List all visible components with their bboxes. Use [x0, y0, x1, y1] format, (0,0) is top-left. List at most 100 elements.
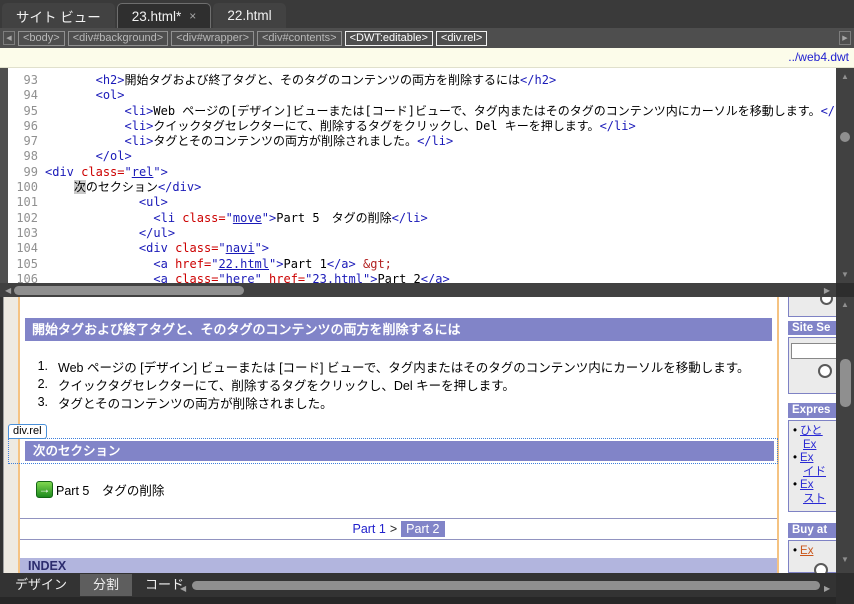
code-token: rel [131, 164, 154, 179]
code-line[interactable]: 98 </ol> [8, 149, 836, 164]
code-token: > [445, 134, 454, 149]
view-tab-active[interactable]: 分割 [80, 574, 133, 596]
scroll-down-icon[interactable]: ▼ [836, 555, 854, 564]
code-token: " [254, 241, 262, 256]
line-number: 94 [23, 88, 38, 103]
code-line[interactable]: 104 <div class="navi"> [8, 241, 836, 256]
tag-selector-item[interactable]: <DWT:editable> [344, 30, 433, 46]
nav-prev-link[interactable]: Part 1 [352, 522, 385, 536]
code-token: ol [102, 88, 118, 103]
code-line[interactable]: 105 <a href="22.html">Part 1</a> &gt; [8, 257, 836, 272]
code-line[interactable]: 103 </ul> [8, 226, 836, 241]
buy-button-icon[interactable] [814, 563, 828, 573]
code-token: " [218, 271, 226, 283]
tag-selector-item[interactable]: <body> [18, 30, 65, 46]
search-submit-icon[interactable] [818, 364, 832, 378]
code-token: > [194, 180, 202, 195]
design-vscroll-thumb[interactable] [839, 359, 851, 407]
code-vscroll-thumb[interactable] [840, 132, 850, 142]
selected-tag-label[interactable]: div.rel [8, 424, 47, 439]
code-token: </ [391, 210, 407, 225]
step-text: タグとそのコンテンツの両方が削除されました。 [58, 396, 333, 411]
code-line[interactable]: 99 <div class="rel"> [8, 165, 836, 180]
step-number: 1. [37, 359, 48, 373]
quick-tag-selector-bar: ◀ <body> <div#background> <div#wrapper> <di… [0, 28, 854, 48]
express-link[interactable]: Ex [800, 452, 813, 464]
scroll-right-icon[interactable]: ▶ [824, 584, 830, 593]
code-line[interactable]: 97 <li>タグとそのコンテンツの両方が削除されました。</li> [8, 134, 836, 149]
code-line[interactable]: 101 <ul> [8, 195, 836, 210]
code-line[interactable]: 95 <li>Web ページの[デザイン]ビューまたは[コード]ビューで、タグ内… [8, 104, 854, 119]
tag-scroll-left-icon[interactable]: ◀ [3, 31, 15, 45]
design-view-pane[interactable]: 開始タグおよび終了タグと、そのタグのコンテンツの両方を削除するには 1. Web … [0, 297, 836, 573]
document-tab[interactable]: 22.html [213, 3, 286, 28]
tag-selector-item[interactable]: <div#contents> [257, 30, 342, 46]
line-number: 106 [16, 271, 38, 283]
code-line[interactable]: 102 <li class="move">Part 5 タグの削除</li> [8, 211, 836, 226]
next-part-link[interactable]: Part 5 タグの削除 [56, 480, 164, 499]
code-token: クイックタグセレクターにて、削除するタグをクリックし、Del キーを押します。 [153, 118, 600, 133]
express-link[interactable]: ひと [800, 425, 823, 437]
code-line[interactable]: 96 <li>クイックタグセレクターにて、削除するタグをクリックし、Del キー… [8, 119, 836, 134]
code-vertical-scrollbar[interactable]: ▲ ▼ [836, 68, 854, 283]
code-token: class= [73, 164, 125, 179]
scroll-up-icon[interactable]: ▲ [836, 72, 854, 81]
code-token: div [172, 180, 195, 195]
code-token: < [153, 210, 161, 225]
code-token: a [160, 271, 168, 283]
step-item: 3. タグとそのコンテンツの両方が削除されました。 [30, 393, 750, 411]
express-link[interactable]: Ex [803, 439, 816, 451]
code-token: < [95, 73, 103, 87]
scroll-left-icon[interactable]: ◀ [5, 286, 11, 295]
code-horizontal-scrollbar[interactable]: ◀ ▶ [0, 283, 854, 297]
bullet-icon: • [793, 479, 798, 491]
document-tab[interactable]: サイト ビュー [2, 3, 115, 28]
code-token: move [232, 210, 262, 225]
tag-selector-item[interactable]: <div.rel> [435, 30, 488, 46]
index-heading-banner: INDEX [20, 558, 777, 573]
code-token: a [341, 256, 349, 271]
design-vertical-scrollbar[interactable]: ▲ ▼ [836, 297, 854, 573]
code-hscroll-thumb[interactable] [14, 285, 244, 295]
code-line[interactable]: 106 <a class="here" href="23.html">Part … [8, 272, 836, 283]
list-item: • ひと [789, 425, 836, 439]
code-token: h2 [534, 73, 549, 87]
scroll-left-icon[interactable]: ◀ [180, 584, 186, 593]
buy-link[interactable]: Ex [800, 545, 813, 557]
tag-selector-item[interactable]: <div#wrapper> [171, 30, 254, 46]
line-number: 104 [16, 241, 38, 256]
code-token: ol [110, 149, 125, 164]
line-number: 100 [16, 180, 38, 195]
code-token: < [153, 256, 161, 271]
code-line[interactable]: 94 <ol> [8, 88, 836, 103]
code-line[interactable]: 93 <h2>開始タグおよび終了タグと、そのタグのコンテンツの両方を削除するには… [8, 73, 836, 88]
scroll-down-icon[interactable]: ▼ [836, 270, 854, 279]
code-editor-pane[interactable]: 93 <h2>開始タグおよび終了タグと、そのタグのコンテンツの両方を削除するには… [0, 68, 854, 283]
express-link[interactable]: Ex [800, 479, 813, 491]
document-tab[interactable]: 23.html* × [116, 3, 212, 28]
code-token: > [117, 88, 125, 103]
code-token: </ [420, 271, 436, 283]
scroll-right-icon[interactable]: ▶ [824, 286, 830, 295]
line-number: 99 [23, 164, 38, 179]
tag-scroll-right-icon[interactable]: ▶ [839, 31, 851, 45]
express-link[interactable]: イド [803, 466, 826, 478]
tab-close-icon[interactable]: × [189, 9, 196, 23]
site-search-input[interactable] [791, 343, 836, 359]
tab-label: 23.html* [131, 8, 182, 24]
bullet-icon: • [793, 452, 798, 464]
code-token: > [348, 256, 356, 271]
site-search-title: Site Se [788, 321, 836, 335]
tag-selector-item[interactable]: <div#background> [67, 30, 169, 46]
view-tab-item[interactable]: デザイン [2, 574, 80, 596]
express-link[interactable]: スト [803, 493, 826, 505]
code-line[interactable]: 100 次のセクション</div> [8, 180, 836, 195]
app-window: サイト ビュー 23.html* × 22.html ◀ <body> <div#bac… [0, 0, 854, 604]
view-tab-item[interactable]: コード [132, 574, 197, 596]
dwt-template-link[interactable]: ../web4.dwt [788, 50, 849, 64]
code-token: h2 [102, 73, 118, 87]
line-number: 105 [16, 256, 38, 271]
design-hscroll-thumb[interactable] [192, 581, 820, 590]
scroll-up-icon[interactable]: ▲ [836, 300, 854, 309]
list-item-continuation: Ex [789, 439, 836, 453]
